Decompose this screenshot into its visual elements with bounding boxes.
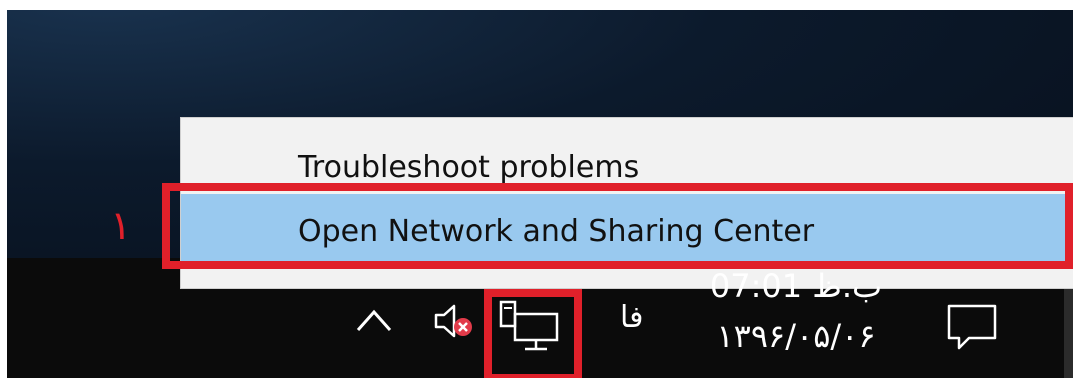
screenshot-border-top bbox=[0, 0, 1073, 10]
menu-item-label: Troubleshoot problems bbox=[298, 150, 640, 185]
screenshot-border-left bbox=[0, 0, 7, 386]
screenshot-border-bottom bbox=[0, 378, 1073, 386]
annotation-highlight-menu-item bbox=[162, 183, 1073, 269]
annotation-step-number: ۱ bbox=[110, 203, 132, 249]
action-center-icon[interactable] bbox=[945, 302, 999, 354]
clock-date[interactable]: ۱۳۹۶/۰۵/۰۶ bbox=[676, 320, 916, 352]
input-language-indicator[interactable]: فا bbox=[620, 300, 643, 335]
annotation-highlight-network-icon bbox=[484, 289, 582, 382]
clock-time[interactable]: 07:01 ب.ظ bbox=[676, 270, 916, 302]
chevron-up-icon[interactable] bbox=[352, 298, 396, 342]
speaker-muted-icon[interactable] bbox=[432, 302, 476, 340]
